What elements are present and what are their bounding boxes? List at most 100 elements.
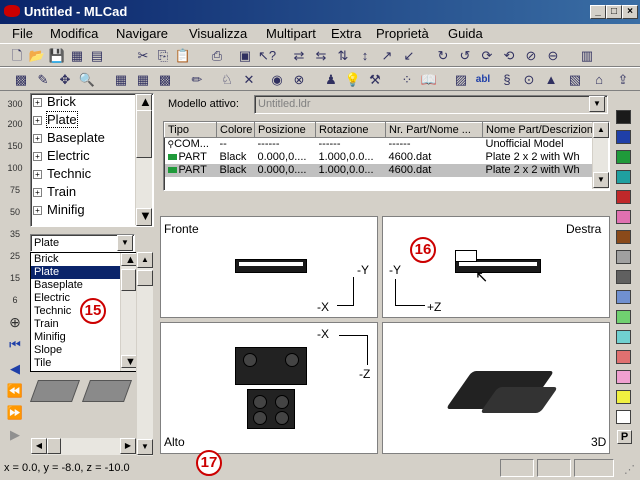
scroll-up-icon[interactable]: ▲ xyxy=(593,122,609,138)
scroll-left-icon[interactable]: ◀ xyxy=(31,438,47,454)
table-scrollbar[interactable]: ▲ ▼ xyxy=(592,122,609,189)
right-view[interactable]: Destra ↖ -Y +Z xyxy=(382,216,610,318)
wrench-icon[interactable]: ⚒ xyxy=(366,71,384,89)
close-button[interactable]: × xyxy=(622,5,638,19)
scroll-thumb[interactable] xyxy=(136,110,152,158)
table-row[interactable]: ⚲COM... -- ------ ------ ------ Unofficial M… xyxy=(165,138,595,151)
expand-icon[interactable]: + xyxy=(33,152,42,161)
table-row[interactable]: PART Black 0.000,0.... 1.000,0.0... 4600.da… xyxy=(165,151,595,164)
column-header-part-number[interactable]: Nr. Part/Nome ... xyxy=(385,122,483,138)
color-swatch-cyan[interactable] xyxy=(616,330,631,344)
model-select[interactable]: Untitled.ldr ▼ xyxy=(254,95,608,114)
move-left-icon[interactable]: ⇄ xyxy=(290,47,308,65)
cut-icon[interactable]: ✂ xyxy=(134,47,152,65)
part-thumbnail[interactable] xyxy=(29,380,81,402)
color-swatch-light-blue[interactable] xyxy=(616,290,631,304)
color-swatch-light-green[interactable] xyxy=(616,310,631,324)
zoom-200-button[interactable]: 200 xyxy=(5,120,25,138)
color-swatch-white[interactable] xyxy=(616,410,631,424)
abl-text-icon[interactable]: abl xyxy=(474,71,492,89)
color-swatch-dark-gray[interactable] xyxy=(616,270,631,284)
move-up-icon[interactable]: ⇅ xyxy=(334,47,352,65)
grid-medium-icon[interactable]: ▦ xyxy=(134,71,152,89)
move-right-icon[interactable]: ⇆ xyxy=(312,47,330,65)
menu-navigare[interactable]: Navigare xyxy=(116,26,168,41)
copy-icon[interactable]: ⎘ xyxy=(154,47,172,65)
save-icon[interactable]: 💾 xyxy=(48,47,66,65)
color-swatch-salmon[interactable] xyxy=(616,350,631,364)
new-file-icon[interactable]: 🗋 xyxy=(8,47,26,65)
scroll-down-icon[interactable]: ▼ xyxy=(137,439,153,455)
image-icon[interactable]: ▨ xyxy=(452,71,470,89)
scroll-down-icon[interactable]: ▼ xyxy=(136,208,152,226)
move-down-icon[interactable]: ↕ xyxy=(356,47,374,65)
rewind-icon[interactable]: ⏪ xyxy=(5,384,25,404)
edit-icon[interactable]: ✎ xyxy=(34,71,52,89)
part-thumbnail[interactable] xyxy=(81,380,133,402)
expand-icon[interactable]: + xyxy=(33,98,42,107)
color-swatch-yellow[interactable] xyxy=(616,390,631,404)
zoom-50-button[interactable]: 50 xyxy=(5,208,25,226)
dropdown-arrow-icon[interactable]: ▼ xyxy=(589,96,605,112)
minimize-button[interactable]: _ xyxy=(590,5,606,19)
help-pointer-icon[interactable]: ↖? xyxy=(258,47,276,65)
expand-icon[interactable]: + xyxy=(33,134,42,143)
scroll-up-icon[interactable]: ▲ xyxy=(121,253,137,266)
dropdown-arrow-icon[interactable]: ▼ xyxy=(117,235,133,251)
save-as-icon[interactable]: ▦ xyxy=(68,47,86,65)
column-header-part-name[interactable]: Nome Part/Descrizion xyxy=(482,122,595,138)
zoom-300-button[interactable]: 300 xyxy=(5,100,25,118)
sphere-icon[interactable]: ◉ xyxy=(268,71,286,89)
zoom-icon[interactable]: 🔍 xyxy=(78,71,96,89)
move-z-plus-icon[interactable]: ↗ xyxy=(378,47,396,65)
pencil-icon[interactable]: ✏ xyxy=(188,71,206,89)
menu-guida[interactable]: Guida xyxy=(448,26,483,41)
house-icon[interactable]: ⌂ xyxy=(590,71,608,89)
color-swatch-light-gray[interactable] xyxy=(616,250,631,264)
grid-fine-icon[interactable]: ▩ xyxy=(156,71,174,89)
perspective-view[interactable]: 3D xyxy=(382,322,610,454)
rotate-y-minus-icon[interactable]: ⟲ xyxy=(500,47,518,65)
palette-more-button[interactable]: P xyxy=(617,430,632,444)
rotate-x-minus-icon[interactable]: ↺ xyxy=(456,47,474,65)
prev-step-icon[interactable]: ◀ xyxy=(5,362,25,382)
print-icon[interactable]: ⎙ xyxy=(208,47,226,65)
bell-icon[interactable]: ♘ xyxy=(218,71,236,89)
next-step-icon[interactable]: ▶ xyxy=(5,428,25,448)
tree-scrollbar[interactable]: ▲ ▼ xyxy=(135,94,152,226)
render-icon[interactable]: ▧ xyxy=(566,71,584,89)
move-z-minus-icon[interactable]: ↙ xyxy=(400,47,418,65)
menu-multipart[interactable]: Multipart xyxy=(266,26,316,41)
resize-grip-icon[interactable]: ⋰ xyxy=(624,463,635,476)
column-header-posizione[interactable]: Posizione xyxy=(254,122,316,138)
front-view[interactable]: Fronte -Y -X xyxy=(160,216,378,318)
scroll-down-icon[interactable]: ▼ xyxy=(121,355,137,368)
zoom-6-button[interactable]: 6 xyxy=(5,296,25,314)
column-header-tipo[interactable]: Tipo xyxy=(164,122,217,138)
color-swatch-brown[interactable] xyxy=(616,230,631,244)
expand-icon[interactable]: + xyxy=(33,170,42,179)
column-header-colore[interactable]: Colore xyxy=(216,122,255,138)
top-view[interactable]: Alto -X -Z xyxy=(160,322,378,454)
column-header-rotazione[interactable]: Rotazione xyxy=(315,122,386,138)
color-swatch-green[interactable] xyxy=(616,150,631,164)
fast-forward-icon[interactable]: ⏩ xyxy=(5,406,25,426)
zoom-25-button[interactable]: 25 xyxy=(5,252,25,270)
zoom-75-button[interactable]: 75 xyxy=(5,186,25,204)
search-part-icon[interactable]: ⊙ xyxy=(520,71,538,89)
rotate-z-plus-icon[interactable]: ⊘ xyxy=(522,47,540,65)
first-step-icon[interactable]: ⏮ xyxy=(5,338,25,358)
menu-extra[interactable]: Extra xyxy=(331,26,361,41)
color-swatch-light-pink[interactable] xyxy=(616,370,631,384)
scroll-thumb[interactable] xyxy=(47,438,61,454)
table-row-selected[interactable]: PART Black 0.000,0.... 1.000,0.0... 4600.da… xyxy=(164,163,595,177)
expand-icon[interactable]: + xyxy=(33,206,42,215)
no-entry-icon[interactable]: ⊗ xyxy=(290,71,308,89)
menu-visualizza[interactable]: Visualizza xyxy=(189,26,247,41)
export-icon[interactable]: ⇪ xyxy=(614,71,632,89)
open-folder-icon[interactable]: 📂 xyxy=(28,47,46,65)
maximize-button[interactable]: □ xyxy=(606,5,622,19)
parts-icon[interactable]: ▩ xyxy=(12,71,30,89)
minifig-icon[interactable]: ♟ xyxy=(322,71,340,89)
grid-settings-icon[interactable]: ▥ xyxy=(578,47,596,65)
